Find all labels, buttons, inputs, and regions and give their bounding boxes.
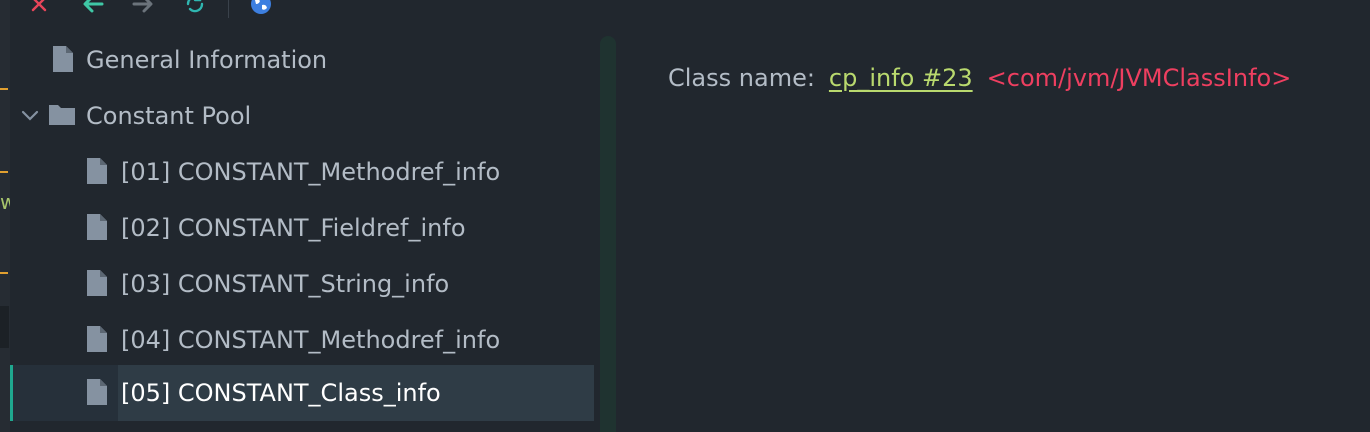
web-button[interactable]	[248, 0, 274, 16]
tree-item-label: [05] CONSTANT_Class_info	[121, 379, 441, 407]
tree-item-label: [04] CONSTANT_Methodref_info	[121, 326, 501, 354]
change-marker	[0, 171, 8, 173]
tree-item-label: General Information	[86, 46, 328, 74]
refresh-icon	[186, 0, 204, 13]
class-structure-tree: General Information Constant Pool [01] C…	[10, 32, 600, 432]
constant-pool-link[interactable]: cp_info #23	[829, 64, 973, 92]
file-icon	[87, 158, 107, 184]
back-button[interactable]	[80, 0, 106, 16]
tree-item-constant-02[interactable]: [02] CONSTANT_Fieldref_info	[10, 200, 594, 256]
class-name-value: <com/jvm/JVMClassInfo>	[986, 64, 1292, 92]
toolbar	[10, 0, 610, 22]
chevron-down-icon[interactable]	[20, 106, 40, 126]
tree-item-label: [02] CONSTANT_Fieldref_info	[121, 214, 466, 242]
tree-item-general-information[interactable]: General Information	[10, 32, 594, 88]
folder-icon	[49, 105, 75, 125]
file-icon	[87, 214, 107, 240]
tree-item-constant-05[interactable]: [05] CONSTANT_Class_info	[10, 365, 594, 421]
class-name-label: Class name:	[668, 64, 815, 92]
forward-button[interactable]	[130, 0, 156, 16]
arrow-right-icon	[132, 0, 153, 13]
details-panel: Class name: cp_info #23 <com/jvm/JVMClas…	[668, 60, 1291, 96]
change-marker	[0, 88, 8, 90]
tree-item-label: [03] CONSTANT_String_info	[121, 270, 450, 298]
refresh-button[interactable]	[182, 0, 208, 16]
editor-edge-strip: w	[0, 0, 10, 432]
code-fragment: w	[0, 190, 10, 214]
file-icon	[87, 326, 107, 352]
change-marker	[0, 272, 8, 274]
toolbar-separator	[228, 0, 229, 18]
tree-scrollbar[interactable]	[600, 36, 616, 432]
file-icon	[87, 270, 107, 296]
globe-icon	[251, 0, 271, 14]
tree-item-constant-pool[interactable]: Constant Pool	[10, 88, 594, 144]
tree-item-label: Constant Pool	[86, 102, 252, 130]
tree-item-constant-01[interactable]: [01] CONSTANT_Methodref_info	[10, 144, 594, 200]
file-icon	[87, 379, 107, 405]
tree-item-constant-04[interactable]: [04] CONSTANT_Methodref_info	[10, 312, 594, 368]
file-icon	[53, 46, 73, 72]
tree-item-constant-03[interactable]: [03] CONSTANT_String_info	[10, 256, 594, 312]
arrow-left-icon	[83, 0, 104, 13]
close-button[interactable]	[26, 0, 52, 16]
class-file-viewer: w General Information Constant Pool [01]…	[0, 0, 1370, 432]
tree-item-label: [01] CONSTANT_Methodref_info	[121, 158, 501, 186]
close-icon	[31, 0, 47, 12]
editor-gutter-block	[0, 306, 9, 348]
